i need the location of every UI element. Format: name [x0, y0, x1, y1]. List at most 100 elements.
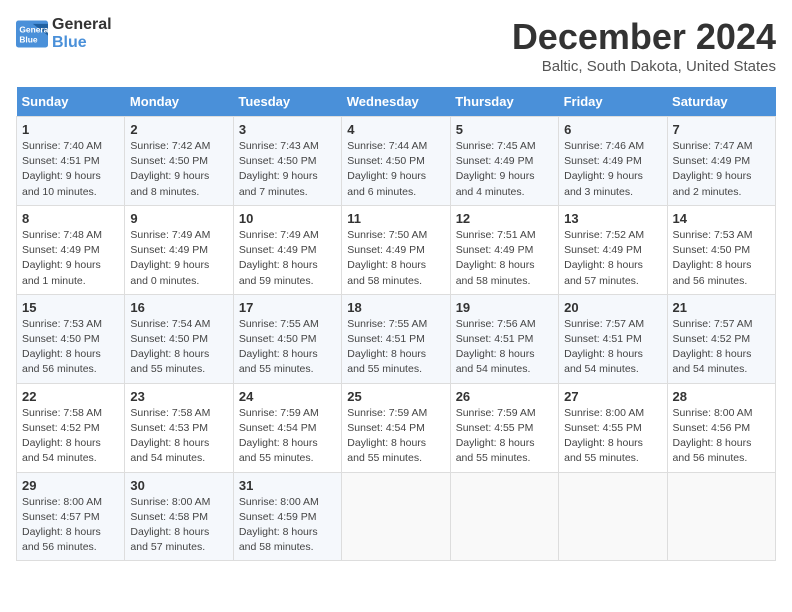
day-number: 2 — [130, 122, 227, 137]
day-info: Sunrise: 7:54 AM Sunset: 4:50 PM Dayligh… — [130, 317, 227, 378]
day-cell-10: 10 Sunrise: 7:49 AM Sunset: 4:49 PM Dayli… — [233, 205, 341, 294]
day-number: 24 — [239, 389, 336, 404]
day-cell-25: 25 Sunrise: 7:59 AM Sunset: 4:54 PM Dayli… — [342, 383, 450, 472]
day-number: 20 — [564, 300, 661, 315]
day-cell-19: 19 Sunrise: 7:56 AM Sunset: 4:51 PM Dayli… — [450, 294, 558, 383]
day-cell-16: 16 Sunrise: 7:54 AM Sunset: 4:50 PM Dayli… — [125, 294, 233, 383]
empty-cell — [559, 472, 667, 561]
day-cell-21: 21 Sunrise: 7:57 AM Sunset: 4:52 PM Dayli… — [667, 294, 775, 383]
calendar-header-row: SundayMondayTuesdayWednesdayThursdayFrid… — [17, 87, 776, 117]
logo-icon: General Blue — [16, 20, 48, 48]
day-info: Sunrise: 7:52 AM Sunset: 4:49 PM Dayligh… — [564, 228, 661, 289]
day-info: Sunrise: 7:51 AM Sunset: 4:49 PM Dayligh… — [456, 228, 553, 289]
day-info: Sunrise: 7:55 AM Sunset: 4:51 PM Dayligh… — [347, 317, 444, 378]
calendar-subtitle: Baltic, South Dakota, United States — [512, 58, 776, 75]
day-info: Sunrise: 7:59 AM Sunset: 4:54 PM Dayligh… — [347, 406, 444, 467]
day-cell-12: 12 Sunrise: 7:51 AM Sunset: 4:49 PM Dayli… — [450, 205, 558, 294]
day-cell-26: 26Sunrise: 7:59 AM Sunset: 4:55 PM Dayli… — [450, 383, 558, 472]
day-number: 30 — [130, 478, 227, 493]
day-cell-8: 8 Sunrise: 7:48 AM Sunset: 4:49 PM Daylig… — [17, 205, 125, 294]
empty-cell — [667, 472, 775, 561]
day-cell-1: 1 Sunrise: 7:40 AM Sunset: 4:51 PM Daylig… — [17, 117, 125, 206]
day-info: Sunrise: 8:00 AM Sunset: 4:55 PM Dayligh… — [564, 406, 661, 467]
day-number: 8 — [22, 211, 119, 226]
day-info: Sunrise: 7:53 AM Sunset: 4:50 PM Dayligh… — [22, 317, 119, 378]
day-cell-30: 30Sunrise: 8:00 AM Sunset: 4:58 PM Dayli… — [125, 472, 233, 561]
day-cell-9: 9 Sunrise: 7:49 AM Sunset: 4:49 PM Daylig… — [125, 205, 233, 294]
day-info: Sunrise: 7:46 AM Sunset: 4:49 PM Dayligh… — [564, 139, 661, 200]
day-info: Sunrise: 7:58 AM Sunset: 4:52 PM Dayligh… — [22, 406, 119, 467]
calendar-table: SundayMondayTuesdayWednesdayThursdayFrid… — [16, 87, 776, 561]
header-thursday: Thursday — [450, 87, 558, 117]
day-cell-6: 6Sunrise: 7:46 AM Sunset: 4:49 PM Daylig… — [559, 117, 667, 206]
day-cell-11: 11 Sunrise: 7:50 AM Sunset: 4:49 PM Dayli… — [342, 205, 450, 294]
day-info: Sunrise: 7:43 AM Sunset: 4:50 PM Dayligh… — [239, 139, 336, 200]
day-info: Sunrise: 7:47 AM Sunset: 4:49 PM Dayligh… — [673, 139, 770, 200]
day-cell-29: 29 Sunrise: 8:00 AM Sunset: 4:57 PM Dayli… — [17, 472, 125, 561]
calendar-week-4: 22 Sunrise: 7:58 AM Sunset: 4:52 PM Dayli… — [17, 383, 776, 472]
day-number: 5 — [456, 122, 553, 137]
day-cell-7: 7 Sunrise: 7:47 AM Sunset: 4:49 PM Daylig… — [667, 117, 775, 206]
day-number: 12 — [456, 211, 553, 226]
day-number: 16 — [130, 300, 227, 315]
header-wednesday: Wednesday — [342, 87, 450, 117]
day-info: Sunrise: 7:45 AM Sunset: 4:49 PM Dayligh… — [456, 139, 553, 200]
day-cell-31: 31 Sunrise: 8:00 AM Sunset: 4:59 PM Dayli… — [233, 472, 341, 561]
calendar-week-1: 1 Sunrise: 7:40 AM Sunset: 4:51 PM Daylig… — [17, 117, 776, 206]
day-number: 29 — [22, 478, 119, 493]
day-info: Sunrise: 7:57 AM Sunset: 4:51 PM Dayligh… — [564, 317, 661, 378]
header-friday: Friday — [559, 87, 667, 117]
day-number: 22 — [22, 389, 119, 404]
empty-cell — [450, 472, 558, 561]
day-cell-3: 3 Sunrise: 7:43 AM Sunset: 4:50 PM Daylig… — [233, 117, 341, 206]
day-cell-24: 24Sunrise: 7:59 AM Sunset: 4:54 PM Dayli… — [233, 383, 341, 472]
day-number: 21 — [673, 300, 770, 315]
day-info: Sunrise: 7:49 AM Sunset: 4:49 PM Dayligh… — [239, 228, 336, 289]
day-cell-20: 20 Sunrise: 7:57 AM Sunset: 4:51 PM Dayli… — [559, 294, 667, 383]
day-number: 3 — [239, 122, 336, 137]
day-number: 25 — [347, 389, 444, 404]
day-info: Sunrise: 8:00 AM Sunset: 4:59 PM Dayligh… — [239, 495, 336, 556]
day-info: Sunrise: 7:53 AM Sunset: 4:50 PM Dayligh… — [673, 228, 770, 289]
day-number: 27 — [564, 389, 661, 404]
day-cell-18: 18 Sunrise: 7:55 AM Sunset: 4:51 PM Dayli… — [342, 294, 450, 383]
day-number: 13 — [564, 211, 661, 226]
header-saturday: Saturday — [667, 87, 775, 117]
day-number: 1 — [22, 122, 119, 137]
day-number: 9 — [130, 211, 227, 226]
day-cell-22: 22 Sunrise: 7:58 AM Sunset: 4:52 PM Dayli… — [17, 383, 125, 472]
day-number: 26 — [456, 389, 553, 404]
day-info: Sunrise: 7:49 AM Sunset: 4:49 PM Dayligh… — [130, 228, 227, 289]
day-info: Sunrise: 8:00 AM Sunset: 4:56 PM Dayligh… — [673, 406, 770, 467]
calendar-week-3: 15 Sunrise: 7:53 AM Sunset: 4:50 PM Dayli… — [17, 294, 776, 383]
day-number: 19 — [456, 300, 553, 315]
page-header: General Blue General Blue December 2024 … — [16, 16, 776, 75]
day-info: Sunrise: 7:48 AM Sunset: 4:49 PM Dayligh… — [22, 228, 119, 289]
day-info: Sunrise: 7:56 AM Sunset: 4:51 PM Dayligh… — [456, 317, 553, 378]
day-number: 10 — [239, 211, 336, 226]
day-cell-17: 17Sunrise: 7:55 AM Sunset: 4:50 PM Dayli… — [233, 294, 341, 383]
day-cell-28: 28Sunrise: 8:00 AM Sunset: 4:56 PM Dayli… — [667, 383, 775, 472]
day-info: Sunrise: 7:40 AM Sunset: 4:51 PM Dayligh… — [22, 139, 119, 200]
day-number: 18 — [347, 300, 444, 315]
day-cell-13: 13 Sunrise: 7:52 AM Sunset: 4:49 PM Dayli… — [559, 205, 667, 294]
day-cell-27: 27 Sunrise: 8:00 AM Sunset: 4:55 PM Dayli… — [559, 383, 667, 472]
calendar-title: December 2024 — [512, 16, 776, 58]
day-number: 23 — [130, 389, 227, 404]
day-info: Sunrise: 7:58 AM Sunset: 4:53 PM Dayligh… — [130, 406, 227, 467]
day-cell-15: 15 Sunrise: 7:53 AM Sunset: 4:50 PM Dayli… — [17, 294, 125, 383]
day-number: 15 — [22, 300, 119, 315]
day-number: 4 — [347, 122, 444, 137]
day-info: Sunrise: 8:00 AM Sunset: 4:57 PM Dayligh… — [22, 495, 119, 556]
day-number: 11 — [347, 211, 444, 226]
day-number: 31 — [239, 478, 336, 493]
header-tuesday: Tuesday — [233, 87, 341, 117]
day-cell-14: 14Sunrise: 7:53 AM Sunset: 4:50 PM Dayli… — [667, 205, 775, 294]
title-block: December 2024 Baltic, South Dakota, Unit… — [512, 16, 776, 75]
svg-text:General: General — [19, 24, 48, 34]
logo: General Blue General Blue — [16, 16, 112, 52]
day-number: 7 — [673, 122, 770, 137]
header-monday: Monday — [125, 87, 233, 117]
day-info: Sunrise: 7:57 AM Sunset: 4:52 PM Dayligh… — [673, 317, 770, 378]
day-info: Sunrise: 7:50 AM Sunset: 4:49 PM Dayligh… — [347, 228, 444, 289]
